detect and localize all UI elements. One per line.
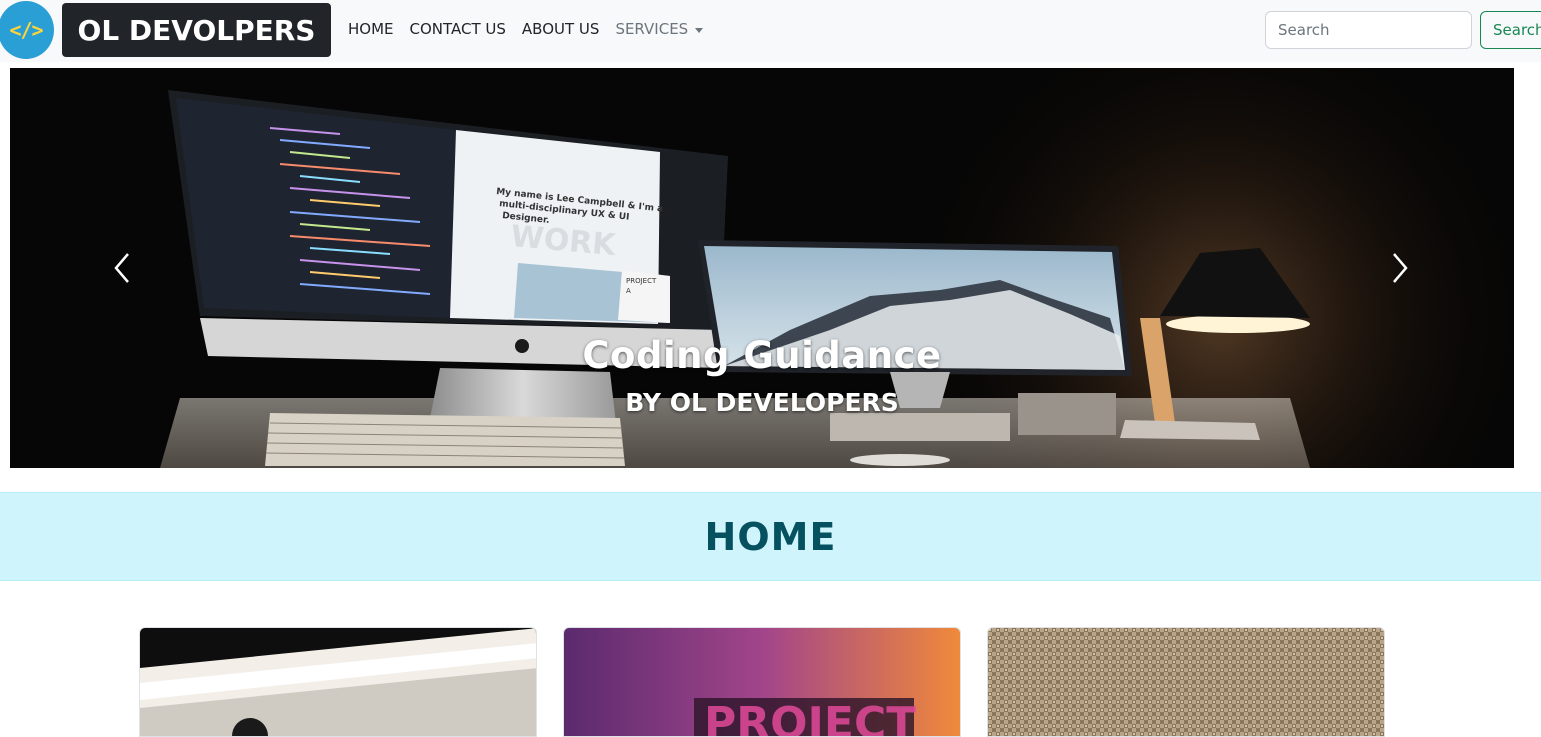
- logo-glyph: </>: [9, 18, 43, 42]
- hero-carousel: My name is Lee Campbell & I'm a multi-di…: [10, 68, 1514, 468]
- carousel-prev-button[interactable]: [92, 248, 152, 288]
- navbar: </> OL DEVOLPERS HOME CONTACT US ABOUT U…: [0, 0, 1541, 62]
- card-image-burlap[interactable]: [987, 627, 1385, 737]
- svg-text:A: A: [626, 287, 631, 295]
- nav-about-link[interactable]: ABOUT US: [522, 20, 600, 38]
- svg-text:PROJECT: PROJECT: [626, 277, 657, 285]
- chevron-left-icon: [114, 253, 129, 283]
- section-title: HOME: [704, 514, 837, 559]
- nav-services-dropdown[interactable]: SERVICES: [615, 20, 704, 38]
- brand-title[interactable]: OL DEVOLPERS: [62, 3, 331, 57]
- nav-links: HOME CONTACT US ABOUT US SERVICES: [348, 20, 704, 38]
- code-logo-icon[interactable]: </>: [0, 1, 54, 59]
- home-banner: HOME: [0, 492, 1541, 581]
- carousel-caption-subtitle: BY OL DEVELOPERS: [625, 388, 899, 417]
- nav-contact-link[interactable]: CONTACT US: [410, 20, 506, 38]
- chevron-right-icon: [1393, 253, 1408, 283]
- card-image: [988, 628, 1384, 736]
- caret-down-icon: [695, 27, 704, 33]
- card-image: [140, 628, 536, 736]
- card-image: PROJECT: [564, 628, 960, 737]
- card-image-light-bar[interactable]: [139, 627, 537, 737]
- nav-home-link[interactable]: HOME: [348, 20, 394, 38]
- svg-text:PROJECT: PROJECT: [704, 698, 916, 737]
- carousel-next-button[interactable]: [1370, 248, 1430, 288]
- nav-services-label: SERVICES: [615, 20, 689, 38]
- carousel-caption-title: Coding Guidance: [582, 334, 942, 377]
- search-button[interactable]: Search: [1480, 11, 1541, 49]
- card-image-projects[interactable]: PROJECT: [563, 627, 961, 737]
- search-input[interactable]: [1265, 11, 1472, 49]
